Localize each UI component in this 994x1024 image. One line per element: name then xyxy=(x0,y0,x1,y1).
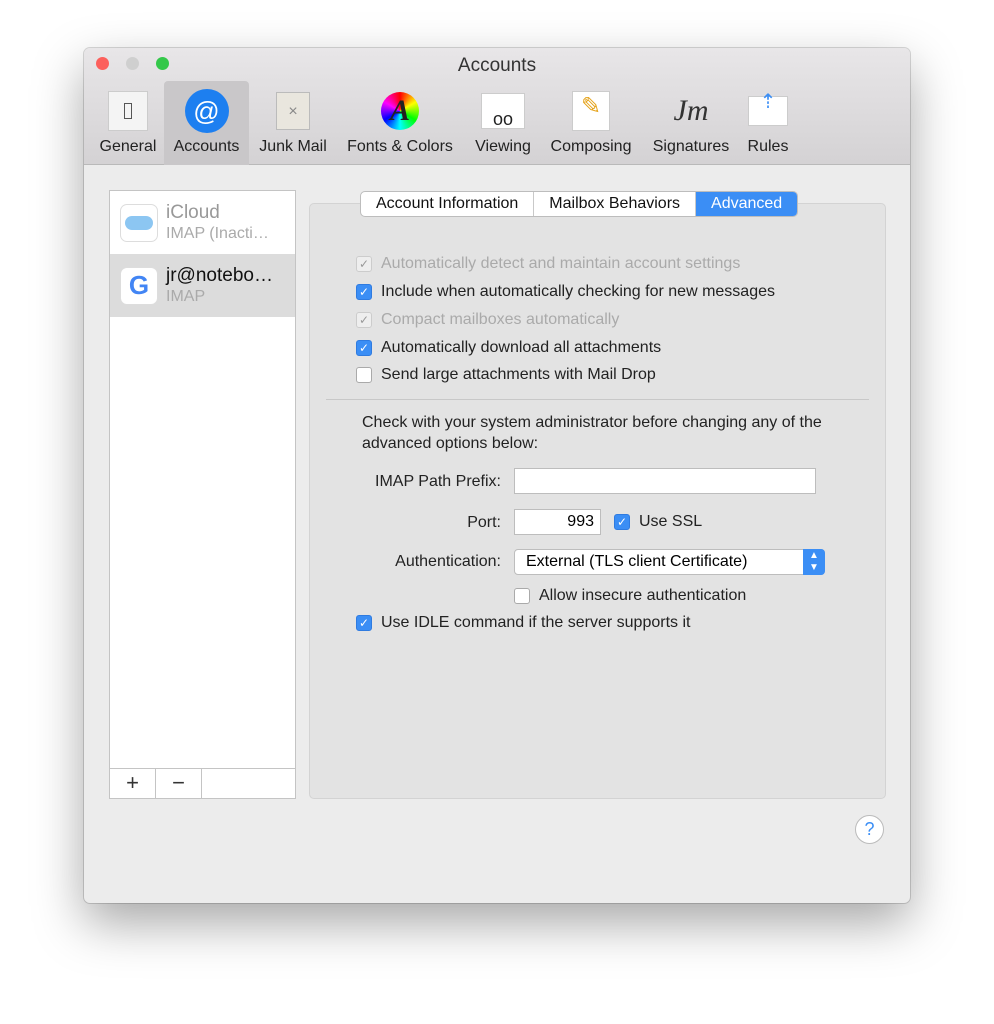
at-icon: @ xyxy=(184,88,230,134)
tab-account-information[interactable]: Account Information xyxy=(361,192,535,216)
compact-mailboxes-checkbox[interactable]: ✓ Compact mailboxes automatically xyxy=(356,311,619,329)
toolbar: Accounts General @ Accounts × Junk Mail AF… xyxy=(84,48,910,165)
rules-icon: ⇡ xyxy=(745,88,791,134)
include-checking-checkbox[interactable]: ✓ Include when automatically checking for… xyxy=(356,283,775,301)
toolbar-label: Signatures xyxy=(652,138,730,155)
port-label: Port: xyxy=(467,514,501,531)
account-icloud[interactable]: iCloud IMAP (Inacti… xyxy=(110,191,295,254)
auth-label: Authentication: xyxy=(395,553,501,570)
accounts-list: iCloud IMAP (Inacti… G jr@notebo… IMAP + − xyxy=(109,190,296,799)
authentication-select[interactable]: External (TLS client Certificate) ▲ ▼ xyxy=(514,549,825,575)
add-account-button[interactable]: + xyxy=(110,769,156,798)
remove-account-button[interactable]: − xyxy=(156,769,202,798)
tab-mailbox-behaviors[interactable]: Mailbox Behaviors xyxy=(534,192,697,216)
use-ssl-checkbox[interactable]: ✓ Use SSL xyxy=(614,513,702,531)
account-name: jr@notebo… xyxy=(166,264,273,286)
chevron-updown-icon: ▲ ▼ xyxy=(803,549,825,575)
account-type: IMAP (Inacti… xyxy=(166,224,269,242)
google-icon: G xyxy=(120,266,158,305)
toolbar-rules[interactable]: ⇡ Rules xyxy=(742,81,794,165)
toolbar-signatures[interactable]: Jm Signatures xyxy=(646,81,736,165)
mail-drop-checkbox[interactable]: Send large attachments with Mail Drop xyxy=(356,366,656,384)
help-button[interactable]: ? xyxy=(855,815,884,844)
prefix-label: IMAP Path Prefix: xyxy=(375,473,501,490)
icloud-icon xyxy=(120,203,158,242)
font-icon: A xyxy=(377,88,423,134)
window-title: Accounts xyxy=(457,55,537,76)
toolbar-label: Fonts & Colors xyxy=(347,138,453,155)
tab-advanced[interactable]: Advanced xyxy=(696,192,798,216)
insecure-auth-checkbox[interactable]: Allow insecure authentication xyxy=(514,587,746,605)
toolbar-general[interactable]: General xyxy=(94,81,162,165)
toolbar-label: Rules xyxy=(747,138,789,155)
auto-detect-checkbox[interactable]: ✓ Automatically detect and maintain accou… xyxy=(356,255,740,273)
imap-path-prefix-input[interactable] xyxy=(514,468,816,494)
toolbar-label: Accounts xyxy=(173,138,240,155)
toolbar-composing[interactable]: ✎ Composing xyxy=(545,81,637,165)
glasses-icon: oo xyxy=(480,88,526,134)
toolbar-junk-mail[interactable]: × Junk Mail xyxy=(254,81,332,165)
toolbar-accounts[interactable]: @ Accounts xyxy=(164,81,249,165)
toolbar-label: Composing xyxy=(550,138,632,155)
toolbar-label: Viewing xyxy=(475,138,531,155)
toolbar-label: General xyxy=(99,138,157,155)
admin-note: Check with your system administrator bef… xyxy=(362,414,822,452)
toolbar-label: Junk Mail xyxy=(259,138,327,155)
tab-bar: Account Information Mailbox Behaviors Ad… xyxy=(360,191,799,217)
preferences-window: Accounts General @ Accounts × Junk Mail AF… xyxy=(84,48,910,903)
divider xyxy=(326,399,869,400)
account-google[interactable]: G jr@notebo… IMAP xyxy=(110,254,295,317)
download-attachments-checkbox[interactable]: ✓ Automatically download all attachments xyxy=(356,339,661,357)
port-input[interactable]: 993 xyxy=(514,509,601,535)
signature-icon: Jm xyxy=(673,94,709,127)
toolbar-fonts-colors[interactable]: A Fonts & Colors xyxy=(340,81,460,165)
toolbar-viewing[interactable]: oo Viewing xyxy=(468,81,538,165)
switch-icon xyxy=(105,88,151,134)
account-type: IMAP xyxy=(166,287,206,305)
use-idle-checkbox[interactable]: ✓ Use IDLE command if the server supports… xyxy=(356,614,690,632)
trash-icon: × xyxy=(270,88,316,134)
account-name: iCloud xyxy=(166,201,220,223)
pencil-icon: ✎ xyxy=(568,88,614,134)
